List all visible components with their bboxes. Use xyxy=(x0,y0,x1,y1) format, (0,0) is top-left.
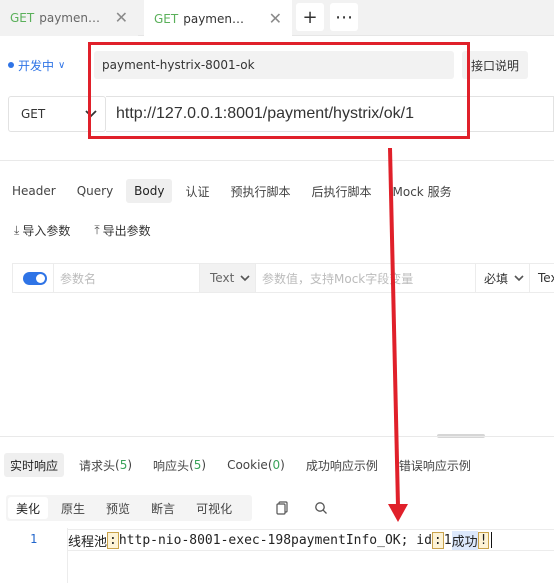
response-body-line[interactable]: 线程池: http-nio-8001-exec-198paymentInfo_OK… xyxy=(68,529,493,551)
plus-icon: + xyxy=(302,6,318,28)
view-mode-bar: 美化 原生 预览 断言 可视化 xyxy=(6,495,252,521)
copy-icon[interactable] xyxy=(272,498,292,518)
count-badge: 5 xyxy=(193,458,202,472)
request-tab-1[interactable]: GET payment... ✕ xyxy=(0,0,138,36)
export-params-button[interactable]: ⤒ 导出参数 xyxy=(94,222,150,239)
tab-post-script[interactable]: 后执行脚本 xyxy=(304,179,380,203)
more-icon: ⋯ xyxy=(335,6,353,28)
param-name-placeholder: 参数名 xyxy=(60,271,97,286)
tab-pre-script[interactable]: 预执行脚本 xyxy=(222,179,298,203)
chevron-down-icon xyxy=(240,271,250,285)
tab-live-response[interactable]: 实时响应 xyxy=(4,453,65,477)
tab-name: payment... xyxy=(39,11,102,25)
response-success: 成功 xyxy=(451,530,478,550)
annotation-highlight-box xyxy=(88,42,470,139)
param-content-type-label: Tex xyxy=(538,271,554,285)
param-value-placeholder: 参数值，支持Mock字段变量 xyxy=(262,271,414,286)
tab-header[interactable]: Header xyxy=(4,179,64,203)
api-doc-button[interactable]: 接口说明 xyxy=(462,51,528,79)
tab-request-headers[interactable]: 请求头(5) xyxy=(73,453,138,477)
tab-success-example[interactable]: 成功响应示例 xyxy=(300,453,384,477)
close-icon[interactable]: ✕ xyxy=(269,10,282,27)
tab-query[interactable]: Query xyxy=(69,179,121,203)
param-type-value: Text xyxy=(210,271,235,285)
view-preview[interactable]: 预览 xyxy=(98,497,138,519)
tab-mock[interactable]: Mock 服务 xyxy=(385,179,460,203)
text-cursor xyxy=(491,532,493,548)
response-prefix: 线程池 xyxy=(68,534,108,550)
param-actions: ⤓ 导入参数 ⤒ 导出参数 xyxy=(14,222,175,239)
tab-auth[interactable]: 认证 xyxy=(177,179,217,203)
param-required-select[interactable]: 必填 xyxy=(475,264,529,292)
download-icon: ⤓ xyxy=(14,223,20,237)
param-required-label: 必填 xyxy=(484,271,509,286)
chevron-down-icon: ∨ xyxy=(58,59,66,71)
tab-label: 成功响应示例 xyxy=(305,458,378,473)
tab-name: payment... xyxy=(183,11,246,26)
response-id: 1 xyxy=(443,532,452,548)
env-label: 开发中 xyxy=(18,58,55,73)
chevron-down-icon xyxy=(514,271,524,285)
upload-icon: ⤒ xyxy=(94,223,100,237)
divider xyxy=(0,160,554,161)
method-value: GET xyxy=(21,107,46,121)
response-thread: http-nio-8001-exec-198paymentInfo_OK; id xyxy=(118,532,432,548)
close-icon[interactable]: ✕ xyxy=(115,10,128,26)
param-content-type[interactable]: Tex xyxy=(529,264,554,292)
import-label: 导入参数 xyxy=(22,224,71,238)
tab-label: Cookie xyxy=(227,458,268,472)
response-tabs: 实时响应 请求头(5) 响应头(5) Cookie(0) 成功响应示例 错误响应… xyxy=(4,452,486,478)
param-value-input[interactable]: 参数值，支持Mock字段变量 xyxy=(255,264,475,292)
tab-error-example[interactable]: 错误响应示例 xyxy=(393,453,477,477)
tab-method: GET xyxy=(10,11,35,25)
tab-label: 响应头 xyxy=(153,458,190,473)
param-name-input[interactable]: 参数名 xyxy=(53,264,199,292)
colon-highlight: : xyxy=(431,531,444,549)
import-params-button[interactable]: ⤓ 导入参数 xyxy=(14,222,70,239)
search-icon[interactable] xyxy=(311,498,331,518)
more-tabs-button[interactable]: ⋯ xyxy=(330,3,358,31)
export-label: 导出参数 xyxy=(102,224,151,238)
tab-label: 请求头 xyxy=(79,458,116,473)
tab-label: 实时响应 xyxy=(10,458,59,473)
line-number: 1 xyxy=(30,532,38,546)
count-badge: 5 xyxy=(119,458,128,472)
tab-cookie[interactable]: Cookie(0) xyxy=(221,453,291,477)
env-dot-icon xyxy=(8,62,14,68)
colon-highlight: : xyxy=(107,531,119,549)
view-assert[interactable]: 断言 xyxy=(143,497,183,519)
tab-method: GET xyxy=(154,11,179,26)
param-enable-toggle[interactable] xyxy=(23,272,47,285)
view-raw[interactable]: 原生 xyxy=(53,497,93,519)
count-badge: 0 xyxy=(272,458,281,472)
view-pretty[interactable]: 美化 xyxy=(8,497,49,519)
divider xyxy=(0,436,554,437)
param-type-select[interactable]: Text xyxy=(199,264,255,292)
environment-selector[interactable]: 开发中 ∨ xyxy=(8,53,65,77)
tab-body[interactable]: Body xyxy=(126,179,173,203)
excl-highlight: ! xyxy=(477,531,490,549)
add-tab-button[interactable]: + xyxy=(296,3,324,31)
param-row: 参数名 Text 参数值，支持Mock字段变量 必填 Tex xyxy=(12,263,554,293)
request-tab-2[interactable]: GET payment... ✕ xyxy=(144,0,292,37)
view-visualize[interactable]: 可视化 xyxy=(188,497,240,519)
request-tabs: Header Query Body 认证 预执行脚本 后执行脚本 Mock 服务 xyxy=(4,178,465,204)
tab-response-headers[interactable]: 响应头(5) xyxy=(147,453,212,477)
tab-label: 错误响应示例 xyxy=(398,458,471,473)
